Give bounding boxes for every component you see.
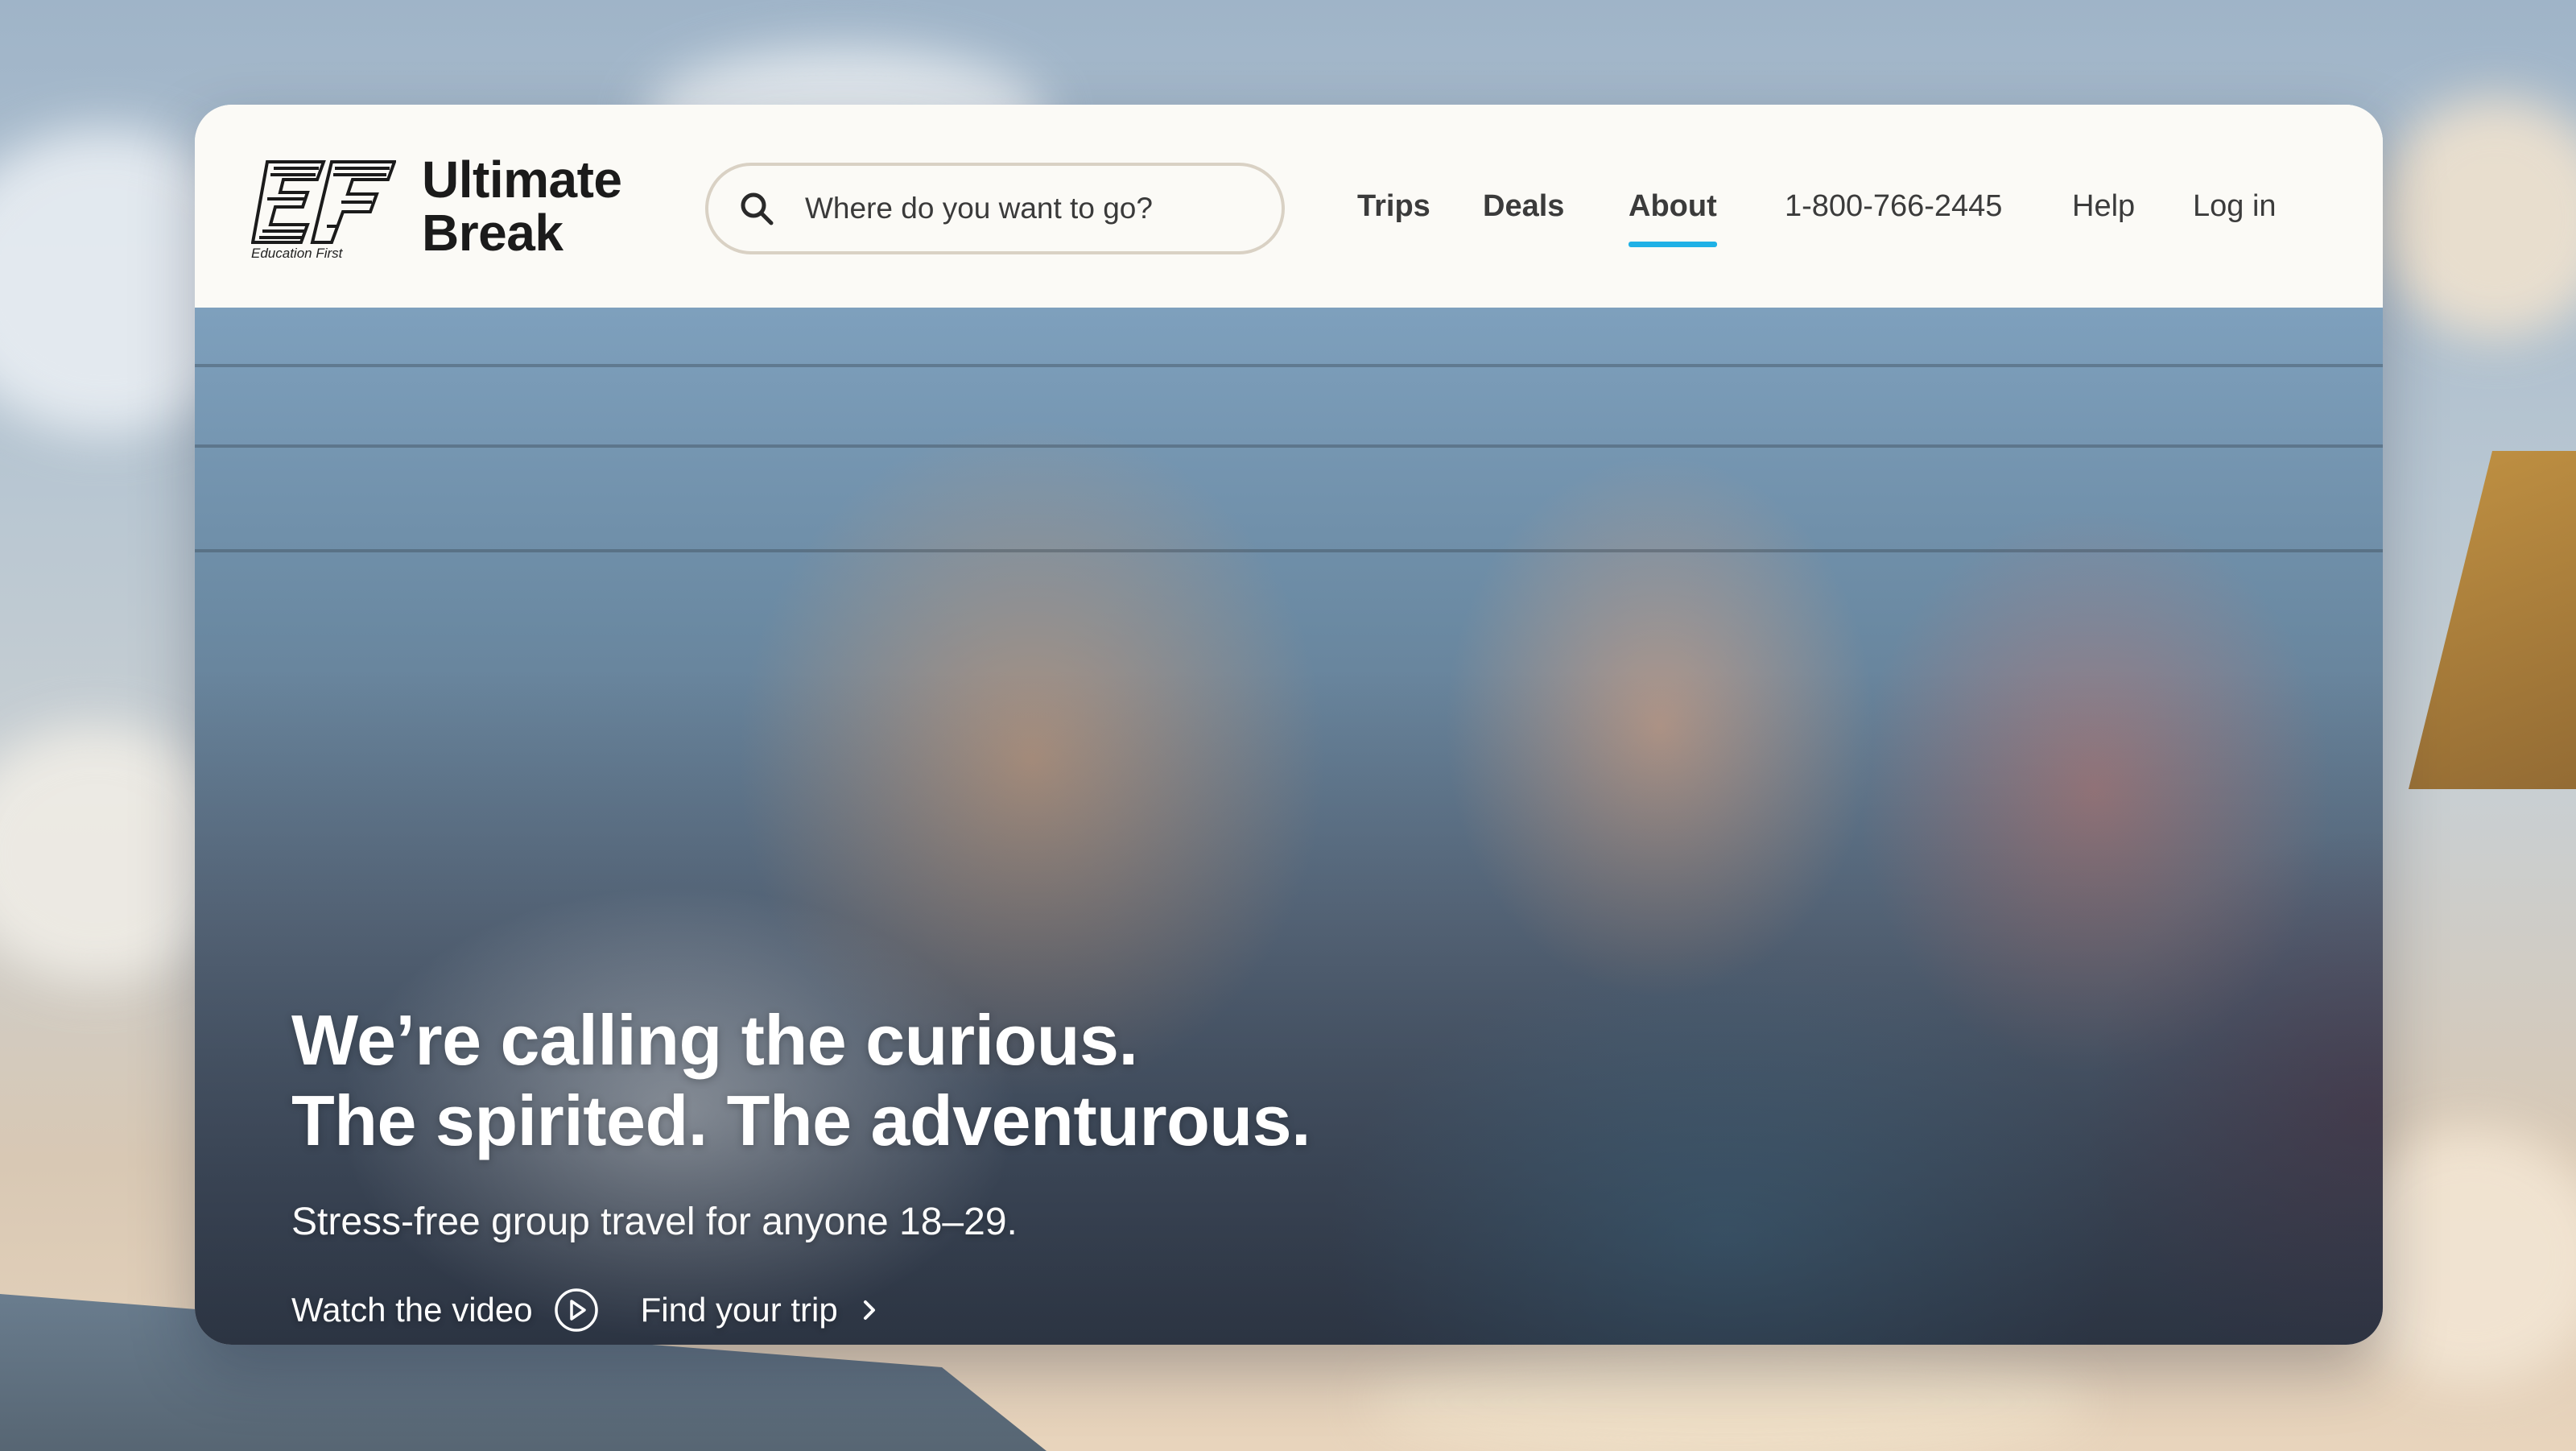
hero-section: We’re calling the curious. The spirited.… <box>195 308 2383 1345</box>
nav-item-deals[interactable]: Deals <box>1483 105 1564 308</box>
cloud-shape <box>1368 1337 2093 1451</box>
play-circle-icon <box>554 1288 598 1332</box>
nav-item-trips[interactable]: Trips <box>1357 105 1430 308</box>
site-header: Education First Ultimate Break Trips Dea… <box>195 105 2383 308</box>
hero-headline: We’re calling the curious. The spirited.… <box>291 1000 1311 1161</box>
find-trip-label: Find your trip <box>640 1291 838 1329</box>
nav-item-help[interactable]: Help <box>2072 105 2135 308</box>
airplane-wing-right <box>2409 451 2576 789</box>
nav-item-phone[interactable]: 1-800-766-2445 <box>1785 105 2002 308</box>
watch-video-link[interactable]: Watch the video <box>291 1288 599 1333</box>
watch-video-label: Watch the video <box>291 1291 533 1329</box>
hero-copy: We’re calling the curious. The spirited.… <box>291 1000 1311 1333</box>
cloud-shape <box>2375 97 2576 338</box>
find-trip-link[interactable]: Find your trip <box>641 1291 880 1329</box>
nav-item-about[interactable]: About <box>1629 105 1717 308</box>
hero-headline-line-1: We’re calling the curious. <box>291 1000 1138 1080</box>
hero-headline-line-2: The spirited. The adventurous. <box>291 1081 1311 1160</box>
chevron-right-icon <box>863 1300 875 1320</box>
main-nav: Trips Deals About 1-800-766-2445 Help Lo… <box>195 105 2383 308</box>
hero-subheadline: Stress-free group travel for anyone 18–2… <box>291 1201 1018 1243</box>
hero-actions: Watch the video Find your trip <box>291 1288 1311 1333</box>
nav-item-login[interactable]: Log in <box>2193 105 2277 308</box>
browser-window: Education First Ultimate Break Trips Dea… <box>195 105 2383 1345</box>
